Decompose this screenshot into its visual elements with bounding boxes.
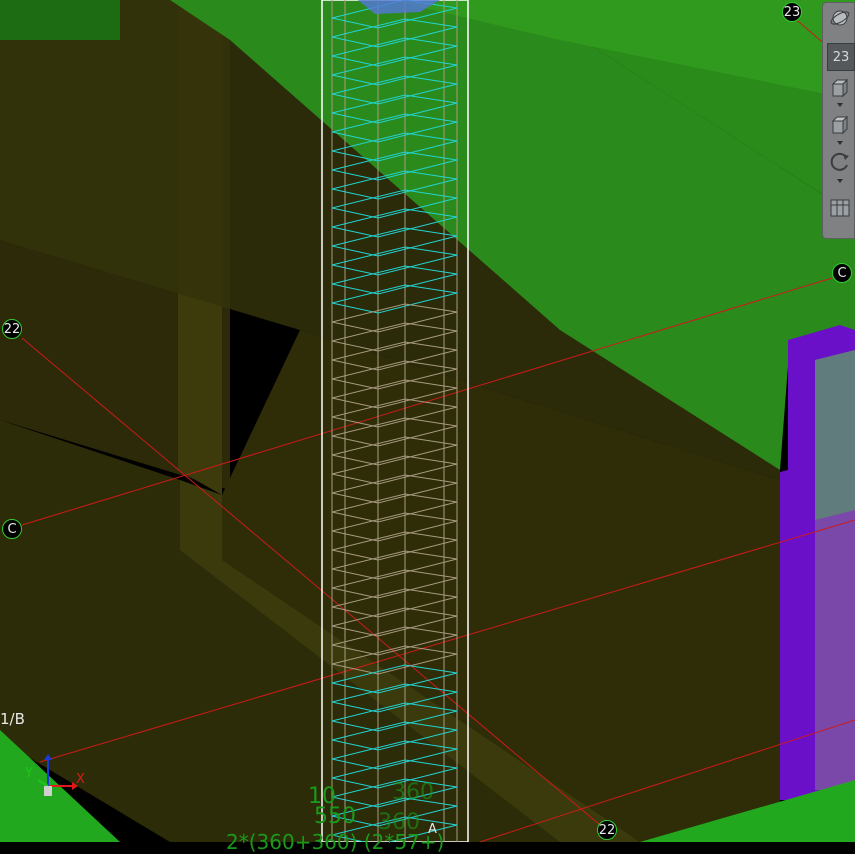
chevron-down-icon[interactable]	[837, 141, 843, 145]
cube-icon	[831, 78, 849, 98]
rotate-button[interactable]	[827, 149, 853, 175]
view-settings-button[interactable]	[827, 195, 853, 221]
axis-x-label: X	[76, 772, 85, 787]
rotate-icon	[830, 152, 849, 171]
grid-bubble-22-bottom: 22	[597, 820, 617, 840]
grid-tag-1b: 1/B	[0, 710, 25, 728]
model-canvas	[0, 0, 855, 842]
grid-bubble-c-right: C	[832, 263, 852, 283]
axis-triad: X Y	[22, 752, 92, 802]
view-label: 23	[832, 49, 850, 65]
dimension-text-3: 2*(360+360) (2*57+)	[226, 830, 445, 854]
grid-bubble-23-top: 23	[782, 2, 802, 22]
3d-model-viewport[interactable]: 23 C 22 C 1/B 22 A 10 360 550 360 2*(360…	[0, 0, 855, 854]
navigation-toolbar: 23	[822, 2, 855, 239]
grid-bubble-c-left: C	[2, 519, 22, 539]
box-icon	[831, 115, 849, 135]
orbit-icon	[830, 10, 850, 26]
single-box-button[interactable]	[827, 111, 853, 137]
green-top-strip	[0, 0, 120, 40]
grid-bubble-22-left: 22	[2, 319, 22, 339]
view-cube-button[interactable]: 23	[827, 43, 855, 71]
dimension-text-2a: 550	[314, 804, 356, 829]
chevron-down-icon[interactable]	[837, 179, 843, 183]
settings-grid-icon	[830, 199, 850, 217]
dimension-text-1b: 360	[392, 780, 434, 805]
axis-y-label: Y	[25, 766, 33, 781]
purple-column-glass	[815, 350, 855, 520]
box-view-button[interactable]	[827, 75, 853, 101]
orbit-button[interactable]	[827, 5, 853, 31]
chevron-down-icon[interactable]	[837, 103, 843, 107]
